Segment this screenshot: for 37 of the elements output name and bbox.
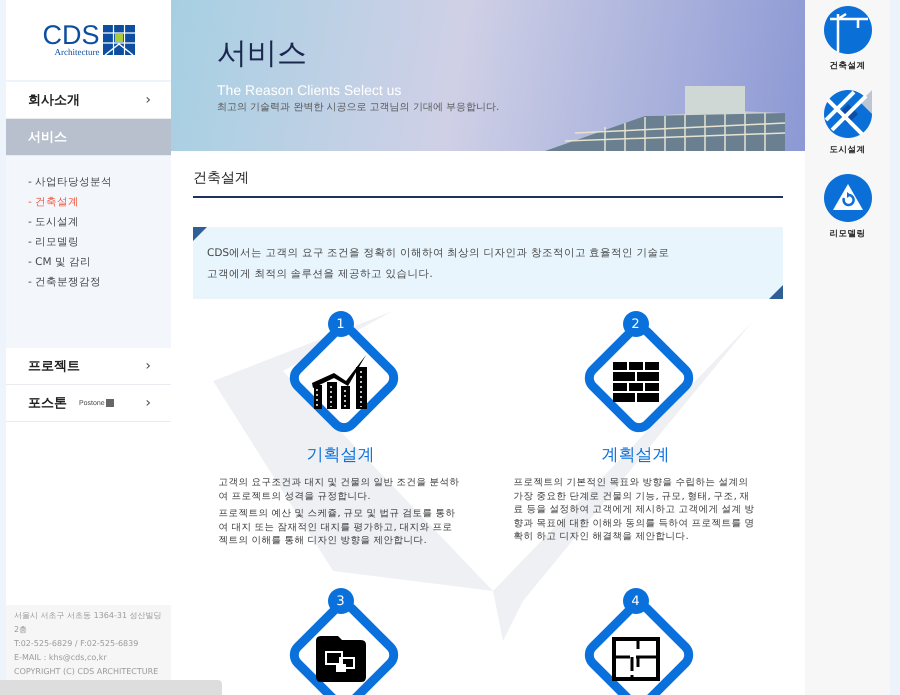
step-title: 계획설계	[602, 444, 670, 466]
step-number: 1	[328, 311, 354, 337]
floor-plan-icon	[612, 637, 660, 681]
section-title: 건축설계	[193, 169, 783, 198]
page-title: 서비스	[217, 35, 308, 73]
step-description: 프로젝트의 예산 및 스케쥴, 규모 및 법규 검토를 통하여 대지 또는 잠재적인 대지를 평가하고, 대지와 프로젝트의 이해를 통해 디자인 방향을 제안합니다.	[218, 507, 457, 548]
step-description: 프로젝트의 기본적인 목표와 방향을 수립하는 설계의 가장 중요한 단계로 건물의 기능, 규모, 형태, 구조, 재료 등을 설정하여 고객에게 제시하고 고객에게 설계 방향과 목표에 대한 이해와 동의를 득하여 프로젝트를 명확히 하고 디자인 해결책을 제안합니다.	[514, 476, 756, 544]
footer-text: T:02-525-6829 / F:02-525-6839	[14, 638, 140, 650]
submenu-item[interactable]: - 건축분쟁감정	[28, 272, 171, 292]
step-title: 기획설계	[306, 444, 374, 466]
cds-logo[interactable]: CDS Architecture	[42, 23, 134, 57]
folder-icon	[316, 636, 366, 682]
corner-mark	[769, 285, 783, 299]
quick-menu-label[interactable]: 건축설계	[830, 60, 866, 72]
submenu-item[interactable]: - CM 및 감리	[28, 252, 171, 272]
step-description: 고객의 요구조건과 대지 및 건물의 일반 조건을 분석하여 프로젝트의 성격을 규정합니다.	[218, 476, 461, 503]
submenu-item[interactable]: - 사업타당성분석	[28, 172, 171, 192]
banner-tagline: 최고의 기술력과 완벽한 시공으로 고객님의 기대에 부응합니다.	[217, 101, 500, 114]
scrollbar[interactable]	[0, 680, 222, 695]
corner-mark	[193, 227, 207, 241]
submenu-item[interactable]: - 도시설계	[28, 212, 171, 232]
step-number: 4	[622, 588, 648, 614]
intro-text: CDS에서는 고객의 요구 조건을 정확히 이해하여 최상의 디자인과 창조적이고 효율적인 기술로	[207, 246, 670, 261]
quick-menu-label[interactable]: 도시설계	[830, 144, 866, 156]
footer-text: 서울시 서초구 서초동 1364-31 성산빌딩 2층	[14, 610, 163, 636]
map-icon[interactable]	[824, 90, 872, 138]
footer-text: E-MAIL : khs@cds,co,kr	[14, 652, 108, 664]
step-number: 3	[328, 588, 354, 614]
footer-text: COPYRIGHT (C) CDS ARCHITECTURE	[14, 666, 160, 678]
intro-text: 고객에게 최적의 솔루션을 제공하고 있습니다.	[207, 267, 434, 282]
building-chart-icon	[312, 355, 370, 409]
quick-menu-label[interactable]: 리모델링	[830, 228, 866, 240]
banner-subtitle: The Reason Clients Select us	[217, 82, 402, 98]
brick-wall-icon	[612, 362, 658, 402]
step-number: 2	[622, 311, 648, 337]
submenu-item[interactable]: - 리모델링	[28, 232, 171, 252]
crane-icon[interactable]	[824, 6, 872, 54]
